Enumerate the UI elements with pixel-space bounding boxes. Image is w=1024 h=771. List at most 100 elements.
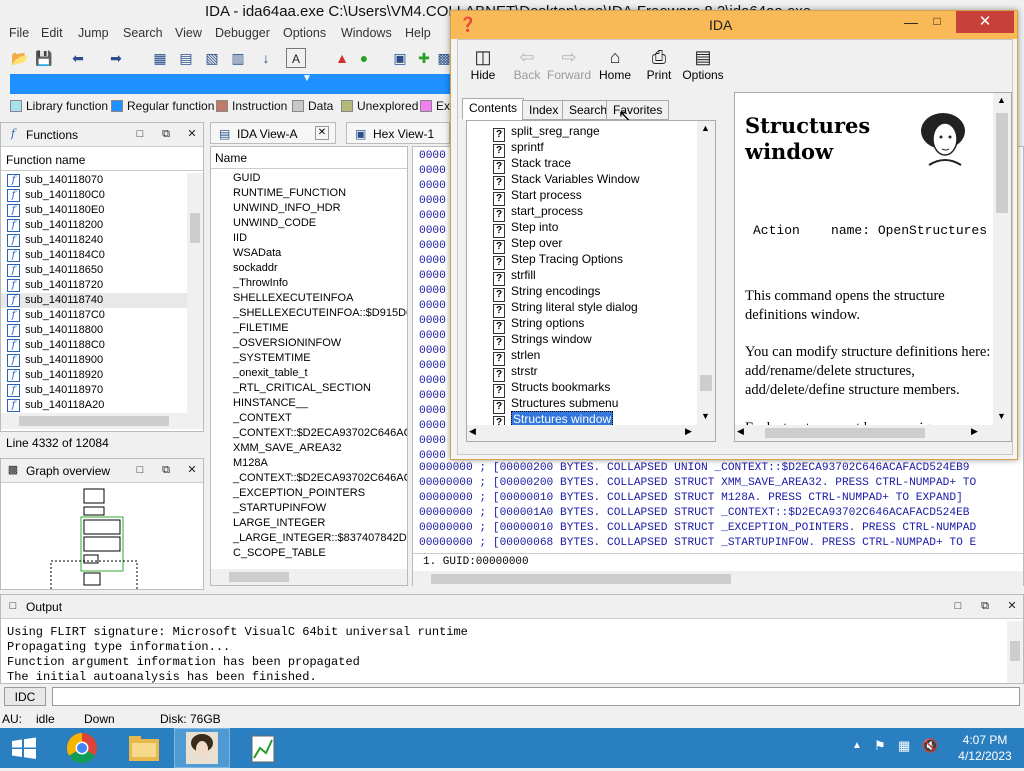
list-item[interactable]: RUNTIME_FUNCTION: [211, 186, 407, 201]
command-input[interactable]: [52, 687, 1020, 706]
maximize-icon[interactable]: □: [951, 599, 965, 613]
close-icon[interactable]: ✕: [185, 463, 199, 477]
list-item[interactable]: sockaddr: [211, 261, 407, 276]
list-item[interactable]: _CONTEXT::$D2ECA93702C646ACA: [211, 471, 407, 486]
list-item[interactable]: XMM_SAVE_AREA32: [211, 441, 407, 456]
maximize-icon[interactable]: □: [927, 14, 947, 30]
minimize-icon[interactable]: —: [901, 14, 921, 30]
chrome-taskbar-button[interactable]: [54, 728, 110, 768]
disassembly-horizontal-scrollbar[interactable]: [413, 571, 1023, 587]
tool-taskbar-button[interactable]: [236, 728, 292, 768]
list-item[interactable]: M128A: [211, 456, 407, 471]
close-icon[interactable]: ✕: [1005, 599, 1019, 613]
network-icon[interactable]: ▦: [898, 738, 910, 754]
idc-button[interactable]: IDC: [4, 687, 46, 706]
scroll-left-icon[interactable]: ◀: [469, 426, 476, 437]
list-item[interactable]: f sub_1401180C0: [1, 188, 187, 203]
list-item[interactable]: _FILETIME: [211, 321, 407, 336]
list-item[interactable]: _SHELLEXECUTEINFOA::$D915D6B2: [211, 306, 407, 321]
contents-vertical-scrollbar[interactable]: ▲ ▼: [697, 121, 715, 425]
names-column-header[interactable]: Name: [211, 147, 407, 169]
start-button[interactable]: [0, 728, 48, 768]
scrollbar-thumb[interactable]: [1010, 641, 1020, 661]
disasm-line[interactable]: 0000: [419, 254, 446, 269]
menu-help[interactable]: Help: [405, 26, 431, 40]
float-window-icon[interactable]: ⧉: [159, 463, 173, 477]
contents-item[interactable]: ? start_process: [493, 203, 583, 222]
float-window-icon[interactable]: ⧉: [978, 599, 992, 613]
contents-item[interactable]: ? split_sreg_range: [493, 123, 600, 142]
home-button[interactable]: ⌂ Home: [592, 46, 638, 82]
list-item[interactable]: C_SCOPE_TABLE: [211, 546, 407, 561]
list-item[interactable]: f sub_140118970: [1, 383, 187, 398]
text-icon[interactable]: A: [286, 48, 306, 68]
contents-item[interactable]: ? Step into: [493, 219, 558, 238]
contents-item[interactable]: ? Strings window: [493, 331, 592, 350]
tab-favorites[interactable]: Favorites: [606, 100, 670, 120]
scroll-left-icon[interactable]: ◀: [737, 426, 744, 437]
maximize-icon[interactable]: □: [133, 127, 147, 141]
list-item[interactable]: _SYSTEMTIME: [211, 351, 407, 366]
list-item[interactable]: _STARTUPINFOW: [211, 501, 407, 516]
scroll-down-icon[interactable]: ▼: [997, 411, 1006, 421]
list-item-selected[interactable]: f sub_140118740: [1, 293, 187, 308]
list-item[interactable]: GUID: [211, 171, 407, 186]
disasm-line[interactable]: 0000: [419, 209, 446, 224]
contents-item[interactable]: ? Structs bookmarks: [493, 379, 610, 398]
list-item[interactable]: f sub_140118070: [1, 173, 187, 188]
scroll-up-icon[interactable]: ▲: [701, 123, 710, 133]
list-item[interactable]: f sub_1401187C0: [1, 308, 187, 323]
contents-item[interactable]: ? Start process: [493, 187, 582, 206]
menu-options[interactable]: Options: [283, 26, 326, 40]
list-item[interactable]: f sub_140118200: [1, 218, 187, 233]
list-item[interactable]: f sub_140118800: [1, 323, 187, 338]
list-item[interactable]: f sub_140118240: [1, 233, 187, 248]
list-item[interactable]: SHELLEXECUTEINFOA: [211, 291, 407, 306]
contents-item[interactable]: ? sprintf: [493, 139, 544, 158]
volume-muted-icon[interactable]: 🔇: [922, 738, 938, 754]
scrollbar-thumb[interactable]: [229, 572, 289, 582]
content-vertical-scrollbar[interactable]: ▲ ▼: [993, 93, 1011, 425]
contents-item[interactable]: ? String options: [493, 315, 584, 334]
menu-file[interactable]: File: [9, 26, 29, 40]
menu-windows[interactable]: Windows: [341, 26, 392, 40]
functions-vertical-scrollbar[interactable]: [187, 173, 203, 413]
list-item[interactable]: IID: [211, 231, 407, 246]
options-button[interactable]: ▤ Options: [680, 46, 726, 82]
scroll-up-icon[interactable]: ▲: [997, 95, 1006, 105]
scrollbar-thumb[interactable]: [765, 428, 925, 438]
list-item[interactable]: _onexit_table_t: [211, 366, 407, 381]
ida-taskbar-button[interactable]: [174, 728, 230, 768]
list-item[interactable]: f sub_1401180E0: [1, 203, 187, 218]
list-item[interactable]: UNWIND_CODE: [211, 216, 407, 231]
back-arrow-icon[interactable]: ⬅: [68, 48, 88, 68]
jump-down-icon[interactable]: ↓: [256, 48, 276, 68]
contents-item[interactable]: ? String encodings: [493, 283, 600, 302]
tab-index[interactable]: Index: [522, 100, 566, 120]
list-item[interactable]: f sub_140118900: [1, 353, 187, 368]
disasm-line[interactable]: 0000: [419, 344, 446, 359]
flag-icon[interactable]: ⚑: [874, 738, 886, 754]
list-item[interactable]: _EXCEPTION_POINTERS: [211, 486, 407, 501]
list-item[interactable]: f sub_140118720: [1, 278, 187, 293]
contents-item[interactable]: ? Structures submenu: [493, 395, 618, 414]
scrollbar-thumb[interactable]: [996, 113, 1008, 213]
struct-icon[interactable]: ▧: [202, 48, 222, 68]
back-button[interactable]: ⇦ Back: [504, 46, 550, 82]
list-item[interactable]: _ThrowInfo: [211, 276, 407, 291]
tray-clock[interactable]: 4:07 PM 4/12/2023: [950, 732, 1020, 764]
help-title-bar[interactable]: ❓ IDA — □ ✕: [451, 11, 1017, 39]
contents-item[interactable]: ? strlen: [493, 347, 540, 366]
contents-horizontal-scrollbar[interactable]: ◀ ▶: [467, 425, 715, 441]
menu-edit[interactable]: Edit: [41, 26, 63, 40]
list-item[interactable]: _RTL_CRITICAL_SECTION: [211, 381, 407, 396]
contents-item[interactable]: ? Stack Variables Window: [493, 171, 640, 190]
scrollbar-thumb[interactable]: [700, 375, 712, 391]
contents-item[interactable]: ? Stack trace: [493, 155, 571, 174]
tab-contents[interactable]: Contents: [462, 98, 525, 120]
disasm-line[interactable]: 00000000 ; [00000068 BYTES. COLLAPSED ST…: [419, 536, 976, 551]
disasm-line[interactable]: 0000: [419, 434, 446, 449]
output-vertical-scrollbar[interactable]: [1007, 621, 1023, 683]
contents-item[interactable]: ? strfill: [493, 267, 536, 286]
forward-arrow-icon[interactable]: ➡: [106, 48, 126, 68]
